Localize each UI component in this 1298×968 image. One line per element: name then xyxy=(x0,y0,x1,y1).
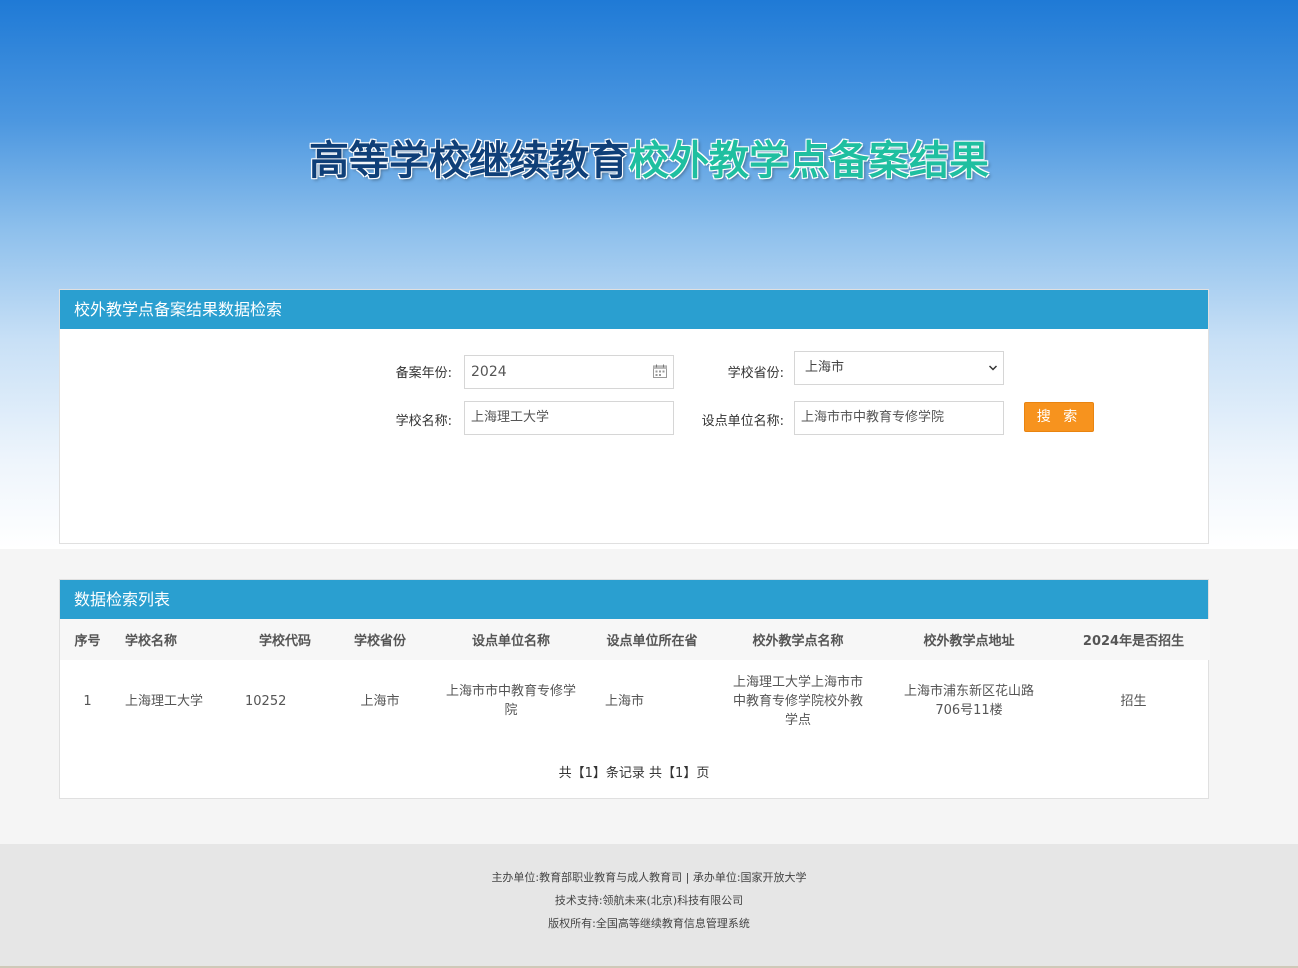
search-button[interactable]: 搜 索 xyxy=(1024,402,1094,432)
cell-site-name: 上海理工大学上海市市中教育专修学院校外教学点 xyxy=(732,674,863,728)
province-label: 学校省份: xyxy=(727,366,784,381)
cell-site-address: 上海市浦东新区花山路706号11楼 xyxy=(903,684,1034,718)
unit-name-input[interactable]: 上海市市中教育专修学院 xyxy=(794,401,1004,435)
col-header-school-name: 学校名称 xyxy=(115,619,243,660)
col-header-school-province: 学校省份 xyxy=(327,619,433,660)
col-header-site-address: 校外教学点地址 xyxy=(881,619,1057,660)
results-panel: 数据检索列表 序号 学校名称 学校代码 学校省份 设点单位名称 设点单位所在省 … xyxy=(59,579,1210,799)
table-row: 1 上海理工大学 10252 上海市 上海市市中教育专修学院 上海市 上海理工大… xyxy=(60,660,1210,742)
cell-school-name: 上海理工大学 xyxy=(125,693,204,709)
results-panel-header: 数据检索列表 xyxy=(60,580,1208,619)
calendar-icon[interactable] xyxy=(653,364,667,378)
footer: 主办单位:教育部职业教育与成人教育司 | 承办单位:国家开放大学 技术支持:领航… xyxy=(0,844,1298,968)
unit-name-value: 上海市市中教育专修学院 xyxy=(801,410,945,425)
footer-sponsor: 主办单位:教育部职业教育与成人教育司 | 承办单位:国家开放大学 xyxy=(491,871,807,884)
province-value: 上海市 xyxy=(805,360,845,375)
cell-school-province: 上海市 xyxy=(360,693,400,709)
cell-enrollment: 招生 xyxy=(1120,693,1147,709)
cell-index: 1 xyxy=(83,693,92,709)
year-label: 备案年份: xyxy=(395,366,452,381)
school-name-input[interactable]: 上海理工大学 xyxy=(464,401,674,435)
table-header-row: 序号 学校名称 学校代码 学校省份 设点单位名称 设点单位所在省 校外教学点名称… xyxy=(60,619,1210,660)
cell-unit-name: 上海市市中教育专修学院 xyxy=(445,684,576,718)
province-select[interactable]: 上海市 xyxy=(794,351,1004,385)
col-header-unit-province: 设点单位所在省 xyxy=(589,619,715,660)
unit-label: 设点单位名称: xyxy=(701,414,784,429)
year-field[interactable]: 2024 xyxy=(464,355,674,389)
footer-tech-support: 技术支持:领航未来(北京)科技有限公司 xyxy=(554,894,744,907)
cell-unit-province: 上海市 xyxy=(605,693,645,709)
year-value: 2024 xyxy=(471,364,507,380)
search-panel: 校外教学点备案结果数据检索 备案年份: 2024 学校省份: 上海市 学校名称:… xyxy=(59,289,1209,544)
page-title-part2: 校外教学点备案结果 xyxy=(629,138,989,184)
chevron-down-icon xyxy=(989,365,997,371)
search-panel-header: 校外教学点备案结果数据检索 xyxy=(60,290,1208,329)
col-header-enrollment: 2024年是否招生 xyxy=(1057,619,1210,660)
page-title-part1: 高等学校继续教育 xyxy=(309,138,629,184)
col-header-site-name: 校外教学点名称 xyxy=(715,619,881,660)
col-header-index: 序号 xyxy=(60,619,115,660)
col-header-school-code: 学校代码 xyxy=(243,619,327,660)
page-title: 高等学校继续教育校外教学点备案结果 xyxy=(0,128,1298,186)
col-header-unit-name: 设点单位名称 xyxy=(433,619,589,660)
school-label: 学校名称: xyxy=(395,414,452,429)
results-table: 序号 学校名称 学校代码 学校省份 设点单位名称 设点单位所在省 校外教学点名称… xyxy=(60,619,1210,742)
footer-copyright: 版权所有:全国高等继续教育信息管理系统 xyxy=(548,917,750,930)
school-name-value: 上海理工大学 xyxy=(471,410,550,425)
pagination-info: 共【1】条记录 共【1】页 xyxy=(558,766,710,781)
cell-school-code: 10252 xyxy=(245,693,287,709)
